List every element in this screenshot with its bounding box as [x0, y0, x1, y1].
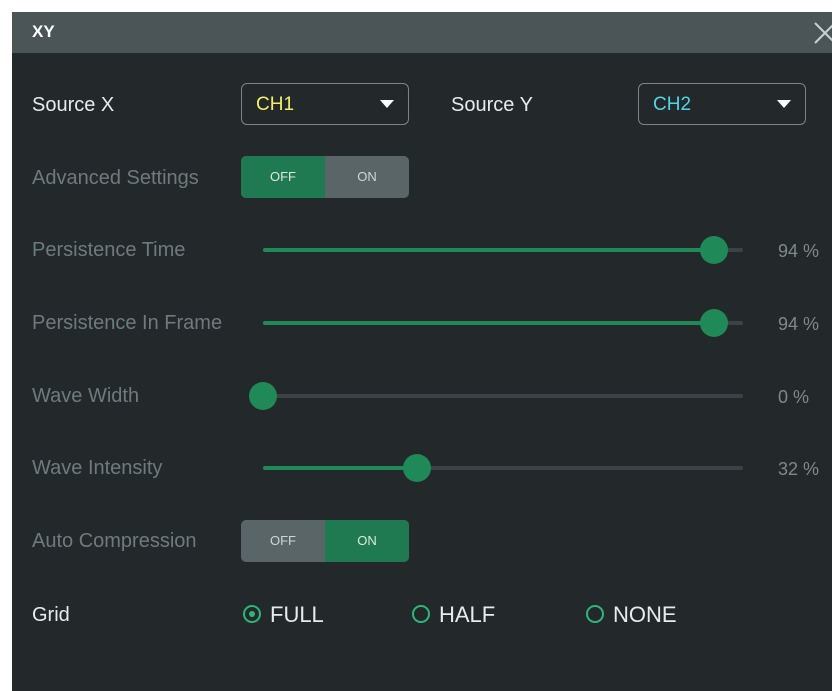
wave-width-label: Wave Width [32, 385, 140, 407]
grid-option-full-label: FULL [270, 602, 324, 627]
wave-width-slider[interactable] [249, 382, 743, 410]
source-x-value: CH1 [256, 94, 295, 115]
advanced-on-option[interactable]: ON [325, 156, 409, 198]
chevron-down-icon [380, 100, 394, 108]
grid-option-full[interactable]: FULL [243, 602, 363, 632]
grid-option-half[interactable]: HALF [412, 602, 532, 632]
slider-fill [263, 248, 715, 252]
persistence-in-frame-value: 94 % [778, 314, 820, 334]
dialog-title: XY [32, 22, 55, 41]
auto-compression-on-option[interactable]: ON [325, 520, 409, 562]
slider-handle[interactable] [700, 236, 729, 264]
wave-intensity-label: Wave Intensity [32, 457, 163, 479]
auto-compression-label: Auto Compression [32, 530, 197, 552]
advanced-settings-label: Advanced Settings [32, 167, 199, 189]
wave-intensity-value: 32 % [778, 459, 820, 479]
close-icon[interactable] [812, 20, 832, 46]
slider-fill [263, 321, 715, 325]
radio-unchecked-icon [586, 605, 604, 623]
grid-option-none[interactable]: NONE [586, 602, 706, 632]
wave-width-value: 0 % [778, 387, 810, 407]
persistence-time-slider[interactable] [263, 236, 743, 264]
advanced-settings-toggle[interactable]: OFF ON [241, 156, 409, 198]
slider-handle[interactable] [249, 382, 277, 410]
advanced-off-option[interactable]: OFF [241, 156, 325, 198]
radio-checked-icon [243, 605, 261, 623]
auto-compression-toggle[interactable]: OFF ON [241, 520, 409, 562]
grid-option-half-label: HALF [439, 602, 496, 627]
grid-label: Grid [32, 604, 70, 626]
source-x-select[interactable]: CH1 [241, 83, 409, 125]
slider-handle[interactable] [700, 309, 729, 337]
radio-unchecked-icon [412, 605, 430, 623]
wave-intensity-slider[interactable] [263, 454, 743, 482]
source-y-select[interactable]: CH2 [638, 83, 806, 125]
grid-option-none-label: NONE [613, 602, 677, 627]
auto-compression-off-option[interactable]: OFF [241, 520, 325, 562]
persistence-in-frame-slider[interactable] [263, 309, 743, 337]
source-y-label: Source Y [451, 94, 533, 116]
slider-fill [263, 466, 417, 470]
persistence-in-frame-label: Persistence In Frame [32, 312, 223, 334]
dialog-titlebar: XY [12, 12, 832, 53]
slider-handle[interactable] [402, 454, 431, 482]
source-y-value: CH2 [653, 94, 692, 115]
persistence-time-value: 94 % [778, 241, 820, 261]
source-x-label: Source X [32, 94, 115, 116]
persistence-time-label: Persistence Time [32, 239, 186, 261]
xy-dialog: XY Source X CH1 Source Y CH2 Advanced Se… [12, 12, 832, 691]
chevron-down-icon [777, 100, 791, 108]
